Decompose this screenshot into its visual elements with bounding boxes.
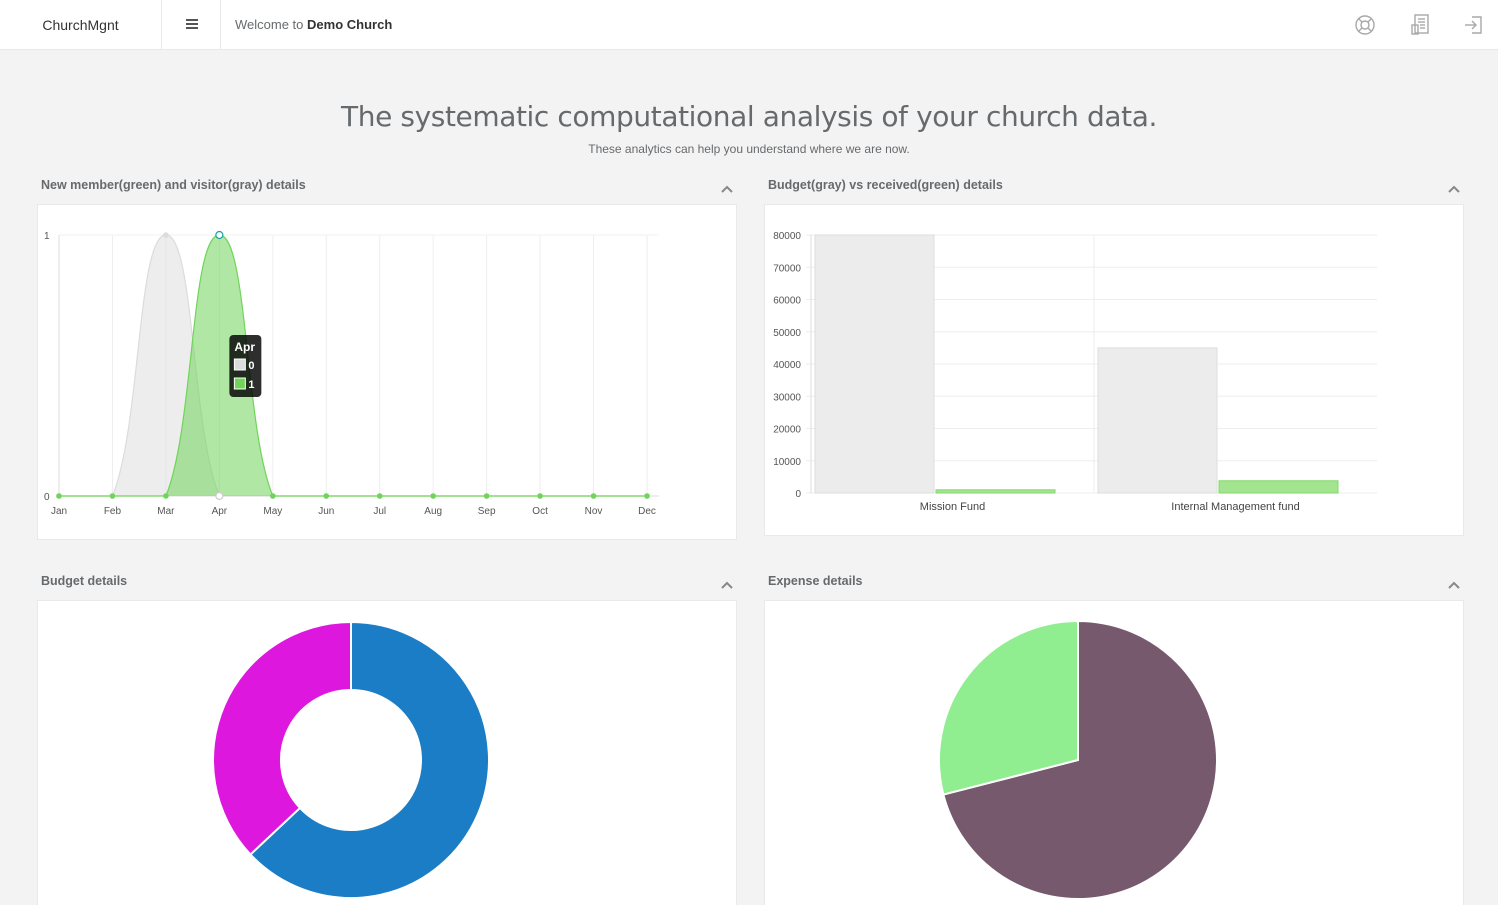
expense-pie-chart: [938, 619, 1218, 900]
series-0-point: [163, 232, 169, 238]
series-1-point: [56, 493, 62, 499]
series-0-point: [215, 491, 224, 501]
bar-0-0: [814, 234, 935, 494]
x-tick-label: Jun: [318, 506, 334, 517]
x-tick-label: Nov: [585, 506, 603, 517]
series-0-area: [59, 235, 647, 496]
y-tick-label: 60000: [773, 296, 801, 307]
x-tick-label: Internal Management fund: [1171, 501, 1299, 513]
sign-out-icon[interactable]: [1461, 13, 1485, 37]
expense-panel-title: Expense details: [768, 574, 863, 588]
x-tick-label: Dec: [638, 506, 656, 517]
series-1-point: [323, 493, 330, 499]
menu-toggle-button[interactable]: [163, 0, 221, 50]
collapse-expense-button[interactable]: [1447, 577, 1461, 589]
bar-0-1: [935, 489, 1056, 494]
y-tick-label: 70000: [773, 263, 801, 274]
page-title: The systematic computational analysis of…: [341, 100, 1157, 133]
expense-panel: [764, 600, 1464, 905]
tooltip-value: 0: [248, 360, 254, 372]
series-1-point: [215, 230, 224, 240]
tooltip-value: 1: [248, 379, 254, 391]
tooltip-swatch: [233, 358, 246, 371]
brand-logo[interactable]: ChurchMgnt: [0, 0, 162, 50]
x-tick-label: Oct: [532, 506, 548, 517]
lifebuoy-icon[interactable]: [1353, 13, 1377, 37]
y-tick-label: 80000: [773, 231, 801, 242]
chevron-up-icon: [1448, 581, 1460, 589]
welcome-prefix: Welcome to: [235, 17, 304, 32]
budget-received-chart: 80000 70000 60000 50000 40000 30000 20000 10000…: [773, 231, 1377, 513]
series-1-point: [270, 493, 276, 499]
x-tick-label: Apr: [212, 506, 228, 517]
x-tick-label: Feb: [104, 506, 122, 517]
x-tick-label: May: [263, 506, 282, 517]
y-tick-label: 0: [795, 489, 801, 500]
series-1-point: [163, 493, 169, 499]
y-tick-label: 50000: [773, 328, 801, 339]
y-tick-label: 20000: [773, 425, 801, 436]
budget-received-panel-title: Budget(gray) vs received(green) details: [768, 178, 1003, 192]
x-tick-label: Aug: [424, 506, 442, 517]
menu-icon: [185, 16, 198, 34]
page-subtitle: These analytics can help you understand …: [588, 142, 910, 156]
series-1-point: [376, 493, 383, 499]
budget-received-panel: 80000 70000 60000 50000 40000 30000 20000 10000…: [764, 204, 1464, 536]
y-tick-label: 10000: [773, 457, 801, 468]
slice-1: [212, 620, 352, 856]
x-tick-label: Mar: [157, 506, 175, 517]
series-1-point: [430, 493, 436, 499]
chevron-up-icon: [1448, 185, 1460, 193]
church-name: Demo Church: [307, 17, 393, 32]
budget-panel-title: Budget details: [41, 574, 128, 588]
tooltip-title: Apr: [234, 340, 255, 354]
series-1-point: [644, 493, 650, 499]
x-tick-label: Sep: [478, 506, 496, 517]
y-tick-label: 0: [44, 492, 50, 503]
top-navbar: ChurchMgnt Welcome to Demo Church: [0, 0, 1498, 50]
x-tick-label: Jul: [373, 506, 386, 517]
series-1-point: [537, 493, 543, 499]
budget-panel: [37, 600, 737, 905]
series-1-point: [109, 493, 116, 499]
series-1-point: [483, 493, 490, 499]
bar-1-0: [1097, 347, 1218, 494]
welcome-message: Welcome to Demo Church: [235, 17, 392, 32]
x-tick-label: Jan: [51, 506, 67, 517]
members-panel: 1 0 Jan Feb Mar Apr May Jun Jul Aug Sep Oct Nov Dec Ap…: [37, 204, 737, 540]
y-tick-label: 40000: [773, 360, 801, 371]
y-tick-label: 30000: [773, 392, 801, 403]
report-icon[interactable]: [1408, 13, 1432, 37]
bar-1-1: [1218, 480, 1339, 494]
tooltip-swatch: [233, 377, 246, 390]
chevron-up-icon: [721, 185, 733, 193]
members-visitors-chart: 10Jan Feb Mar Apr May Jun Jul Aug Sep Oct Nov DecAp…: [44, 230, 659, 517]
budget-doughnut-chart: [212, 620, 490, 899]
series-1-point: [590, 493, 597, 499]
collapse-budget-received-button[interactable]: [1447, 181, 1461, 193]
y-tick-label: 1: [44, 231, 50, 242]
collapse-budget-button[interactable]: [720, 577, 734, 589]
x-tick-label: Mission Fund: [920, 501, 985, 513]
collapse-members-button[interactable]: [720, 181, 734, 193]
chevron-up-icon: [721, 581, 733, 589]
members-panel-title: New member(green) and visitor(gray) deta…: [41, 178, 306, 192]
